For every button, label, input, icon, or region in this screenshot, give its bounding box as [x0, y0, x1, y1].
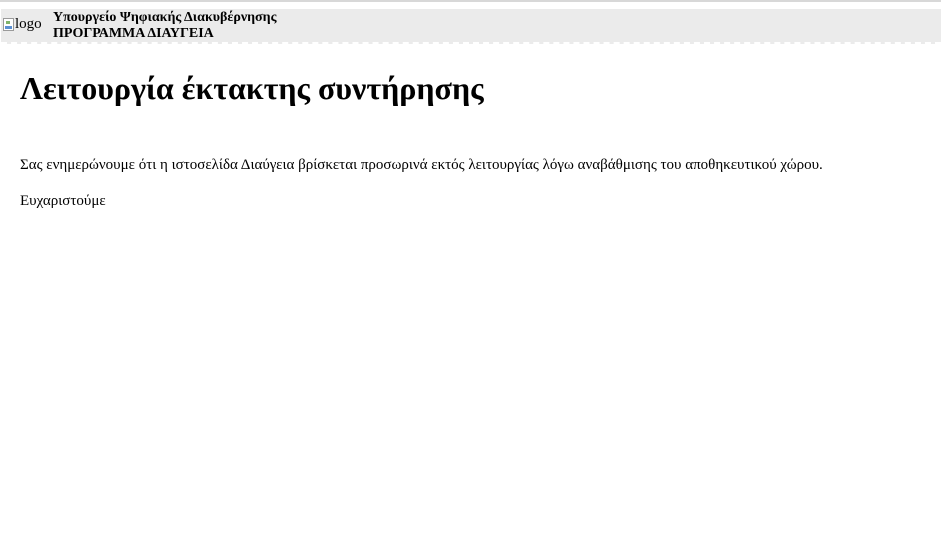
main-content: Λειτουργία έκτακτης συντήρησης Σας ενημε… — [20, 66, 920, 211]
site-header: logo Υπουργείο Ψηφιακής Διακυβέρνησης ΠΡ… — [1, 9, 941, 44]
logo: logo — [3, 16, 42, 32]
page-title: Λειτουργία έκτακτης συντήρησης — [20, 70, 484, 106]
thanks-message: Ευχαριστούμε — [20, 193, 106, 209]
top-border — [0, 0, 941, 2]
program-name: ΠΡΟΓΡΑΜΜΑ ΔΙΑΥΓΕΙΑ — [53, 26, 214, 41]
maintenance-notice: Σας ενημερώνουμε ότι η ιστοσελίδα Διαύγε… — [20, 157, 823, 173]
header-titles: Υπουργείο Ψηφιακής Διακυβέρνησης ΠΡΟΓΡΑΜ… — [53, 10, 277, 42]
broken-image-icon — [3, 17, 14, 31]
ministry-name: Υπουργείο Ψηφιακής Διακυβέρνησης — [53, 10, 277, 25]
logo-alt-text: logo — [15, 16, 42, 32]
